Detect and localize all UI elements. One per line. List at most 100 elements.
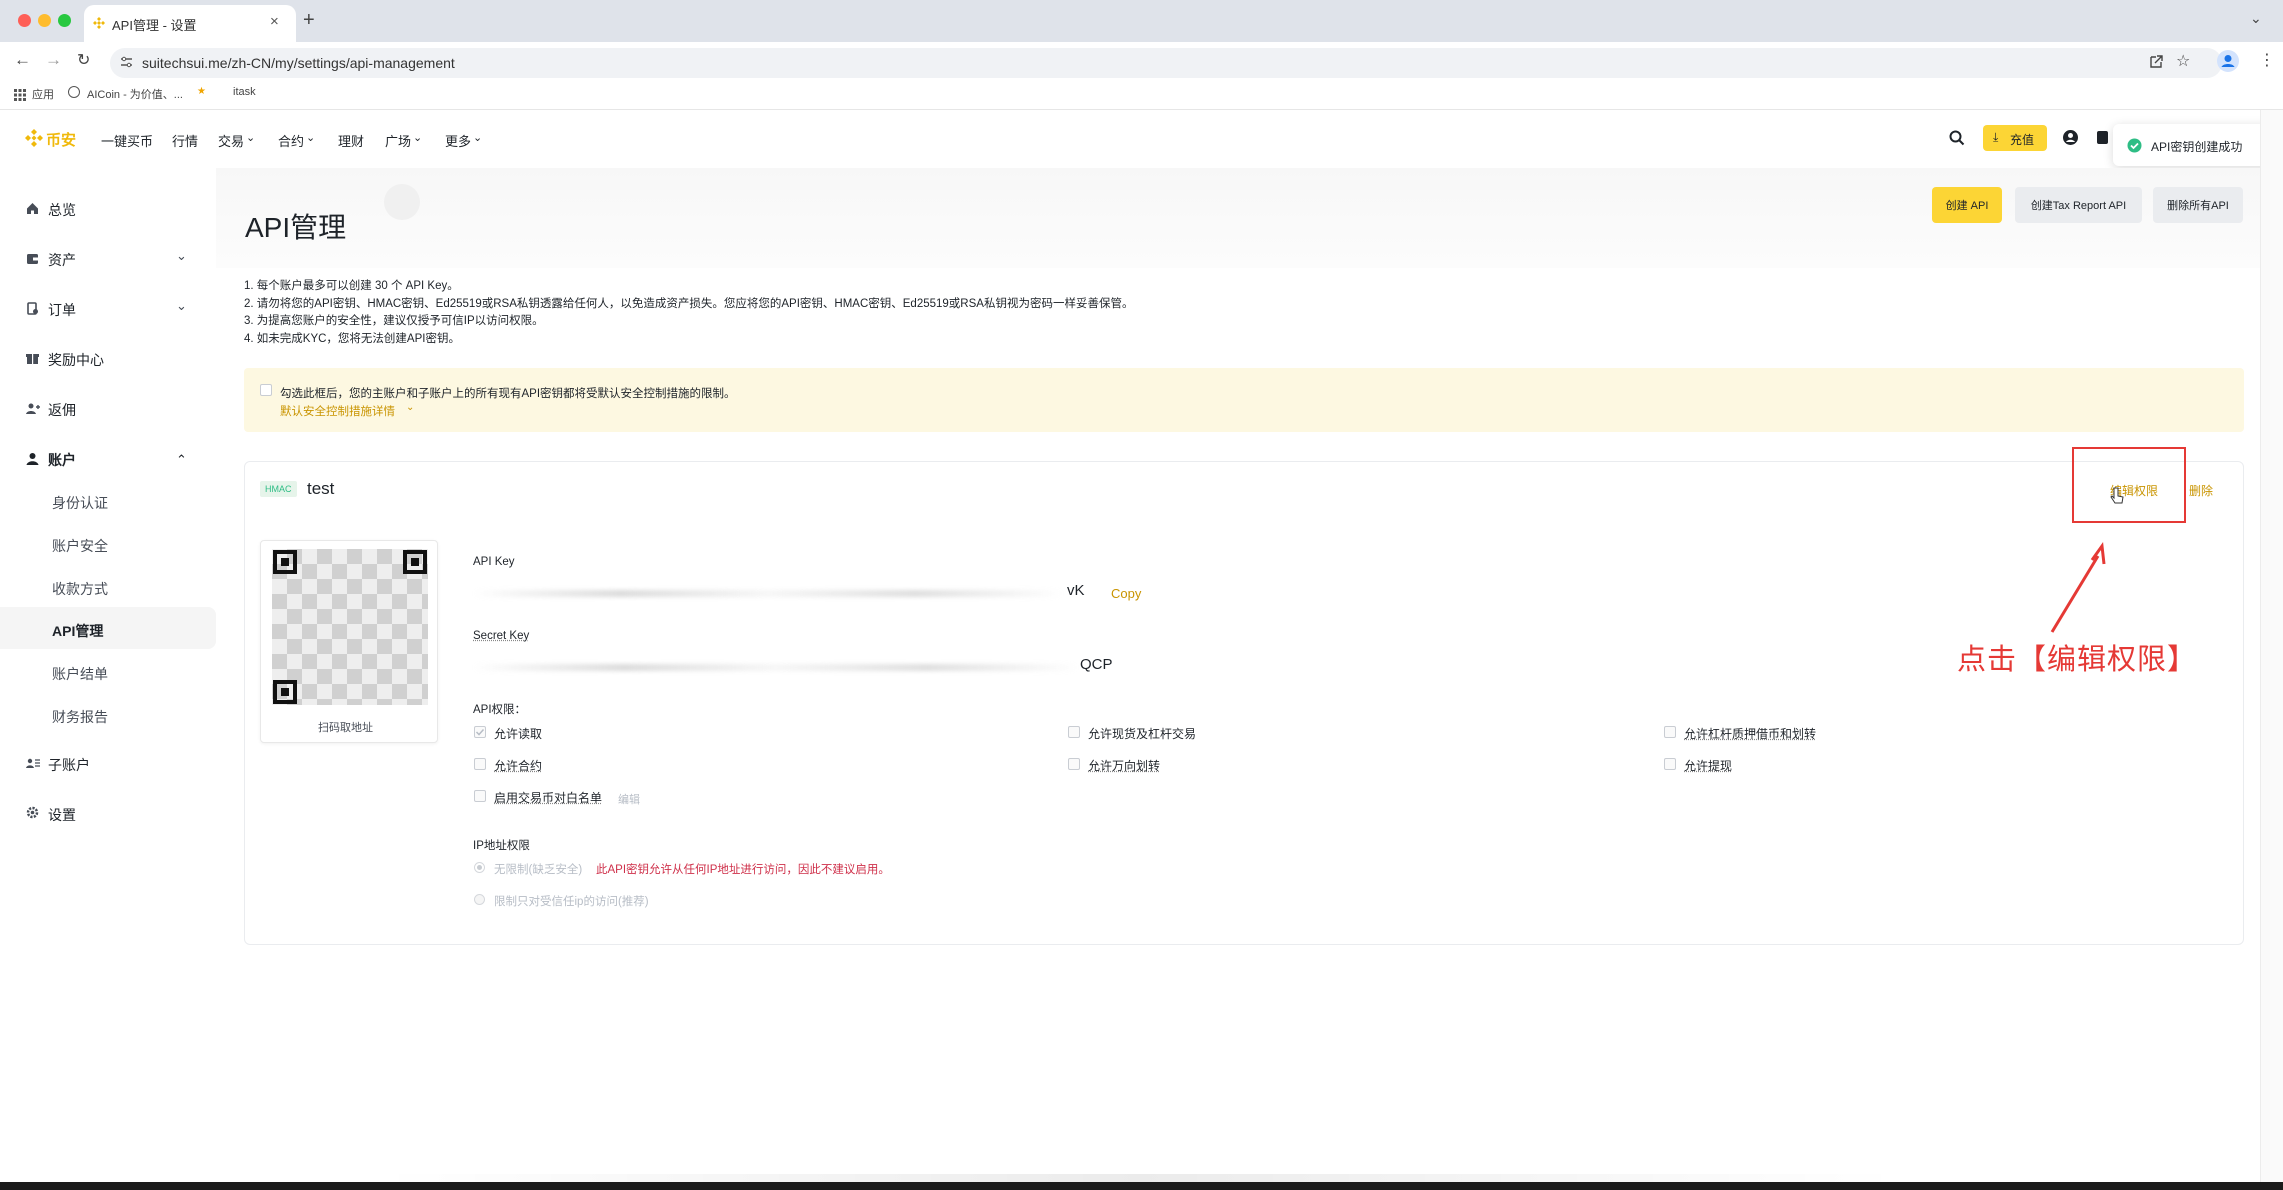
api-notes: 1. 每个账户最多可以创建 30 个 API Key。 2. 请勿将您的API密… (244, 278, 1133, 348)
sidebar-sub-api-management[interactable]: API管理 (52, 621, 103, 641)
itask-favicon-icon: ★ (197, 86, 206, 97)
sidebar-item-settings[interactable]: 设置 (48, 805, 76, 825)
sidebar-item-overview[interactable]: 总览 (48, 200, 76, 220)
permission-futures-checkbox[interactable] (474, 758, 486, 770)
permission-withdraw-label: 允许提现 (1684, 759, 1733, 773)
aicoin-favicon-icon (68, 86, 80, 98)
new-tab-button[interactable]: + (303, 9, 315, 32)
browser-tab[interactable]: API管理 - 设置 × (84, 5, 296, 42)
deposit-button[interactable]: ⤓ 充值 (1983, 125, 2047, 151)
sidebar-item-rewards[interactable]: 奖励中心 (48, 350, 104, 370)
permission-spot-checkbox[interactable] (1068, 726, 1080, 738)
ip-restriction-label: IP地址权限 (473, 840, 530, 852)
referral-icon (26, 403, 40, 414)
search-icon[interactable] (1949, 130, 1965, 146)
sidebar-item-assets[interactable]: 资产 (48, 250, 76, 270)
permission-read-checkbox[interactable] (474, 726, 486, 738)
ip-restricted-label: 限制只对受信任ip的访问(推荐) (494, 896, 649, 908)
delete-api-button[interactable]: 删除 (2189, 482, 2213, 499)
secret-key-label: Secret Key (473, 630, 530, 642)
mouse-pointer-icon (2110, 487, 2124, 504)
user-icon (26, 453, 39, 465)
create-api-button[interactable]: 创建 API (1932, 187, 2002, 223)
chevron-down-icon: ⌄ (473, 132, 483, 144)
copy-api-key-button[interactable]: Copy (1111, 586, 1141, 601)
deposit-label: 充值 (2010, 133, 2035, 147)
browser-menu-icon[interactable]: ⋮ (2259, 50, 2275, 70)
download-icon: ⤓ (1993, 130, 1999, 144)
page-title: API管理 (245, 212, 347, 243)
checkmark-icon (475, 728, 485, 736)
bookmark-apps[interactable]: 应用 (32, 86, 54, 102)
chevron-down-icon[interactable]: ⌄ (176, 248, 187, 264)
permission-universal-transfer-checkbox[interactable] (1068, 758, 1080, 770)
site-info-icon[interactable] (120, 56, 133, 69)
account-icon[interactable] (2062, 129, 2079, 146)
close-window-button[interactable] (18, 14, 31, 27)
gear-icon (26, 806, 39, 819)
annotation-callout: 点击【编辑权限】 (1957, 644, 2198, 676)
binance-logo-icon[interactable] (24, 128, 44, 148)
sidebar-sub-reports[interactable]: 财务报告 (52, 707, 108, 727)
reward-icon (26, 354, 39, 364)
security-control-details-link[interactable]: 默认安全控制措施详情 (280, 403, 395, 419)
tab-title: API管理 - 设置 (112, 18, 197, 33)
nav-quick-buy[interactable]: 一键买币 (101, 131, 153, 150)
api-permissions-label: API权限： (473, 704, 527, 716)
chevron-down-icon[interactable]: ⌄ (176, 298, 187, 314)
wallet-icon[interactable] (2096, 129, 2108, 146)
delete-all-api-button[interactable]: 删除所有API (2153, 187, 2243, 223)
annotation-arrow-icon (2050, 541, 2106, 633)
warning-text: 勾选此框后，您的主账户和子账户上的所有现有API密钥都将受默认安全控制措施的限制… (280, 388, 736, 400)
secret-key-value: QCP (1080, 656, 1113, 673)
subaccount-icon (26, 758, 40, 768)
bookmark-itask[interactable]: itask (233, 86, 256, 98)
nav-trade[interactable]: 交易 (218, 131, 244, 150)
toast-message: API密钥创建成功 (2151, 140, 2243, 154)
sidebar-sub-identity[interactable]: 身份认证 (52, 493, 108, 513)
back-icon[interactable]: ← (14, 50, 31, 70)
nav-square[interactable]: 广场 (385, 131, 411, 150)
chevron-down-icon: ⌄ (306, 132, 316, 144)
api-key-name: test (307, 479, 335, 498)
security-control-checkbox[interactable] (260, 384, 272, 396)
page-scrollbar[interactable] (2260, 110, 2283, 1182)
tab-search-chevron-icon[interactable]: ⌄ (2250, 10, 2262, 27)
nav-more[interactable]: 更多 (445, 131, 471, 150)
brand-name[interactable]: 币安 (46, 129, 76, 150)
sidebar-sub-payment[interactable]: 收款方式 (52, 579, 108, 599)
ip-unrestricted-radio[interactable] (474, 862, 485, 873)
forward-icon[interactable]: → (45, 50, 62, 70)
ip-unrestricted-label: 无限制(缺乏安全) (494, 864, 583, 876)
open-external-icon[interactable] (2148, 54, 2164, 70)
close-tab-icon[interactable]: × (270, 13, 279, 30)
create-tax-report-api-button[interactable]: 创建Tax Report API (2015, 187, 2142, 223)
bookmark-star-icon[interactable]: ☆ (2176, 51, 2190, 71)
nav-markets[interactable]: 行情 (172, 131, 198, 150)
nav-futures[interactable]: 合约 (278, 131, 304, 150)
sidebar-sub-security[interactable]: 账户安全 (52, 536, 108, 556)
qr-finder-patterns-icon (273, 550, 427, 704)
whitelist-edit-link[interactable]: 编辑 (618, 791, 640, 807)
sidebar-item-account[interactable]: 账户 (48, 450, 76, 470)
ip-restricted-radio[interactable] (474, 894, 485, 905)
permission-margin-loan-checkbox[interactable] (1664, 726, 1676, 738)
sidebar-sub-statements[interactable]: 账户结单 (52, 664, 108, 684)
minimize-window-button[interactable] (38, 14, 51, 27)
sidebar-item-orders[interactable]: 订单 (48, 300, 76, 320)
profile-avatar-icon[interactable] (2217, 50, 2239, 72)
qr-caption: 扫码取地址 (318, 722, 373, 734)
sidebar-item-referral[interactable]: 返佣 (48, 400, 76, 420)
qr-code (272, 549, 428, 705)
success-toast: API密钥创建成功 (2113, 124, 2275, 166)
maximize-window-button[interactable] (58, 14, 71, 27)
chevron-up-icon[interactable]: ⌃ (176, 452, 187, 468)
url-text: suitechsui.me/zh-CN/my/settings/api-mana… (142, 55, 455, 71)
bookmark-aicoin[interactable]: AICoin - 为价值、... (87, 86, 183, 102)
sidebar-item-subaccount[interactable]: 子账户 (48, 755, 90, 775)
reload-icon[interactable]: ↻ (77, 50, 90, 70)
permission-whitelist-checkbox[interactable] (474, 790, 486, 802)
permission-withdraw-checkbox[interactable] (1664, 758, 1676, 770)
permission-spot-label: 允许现货及杠杆交易 (1088, 727, 1197, 741)
nav-earn[interactable]: 理财 (338, 131, 364, 150)
